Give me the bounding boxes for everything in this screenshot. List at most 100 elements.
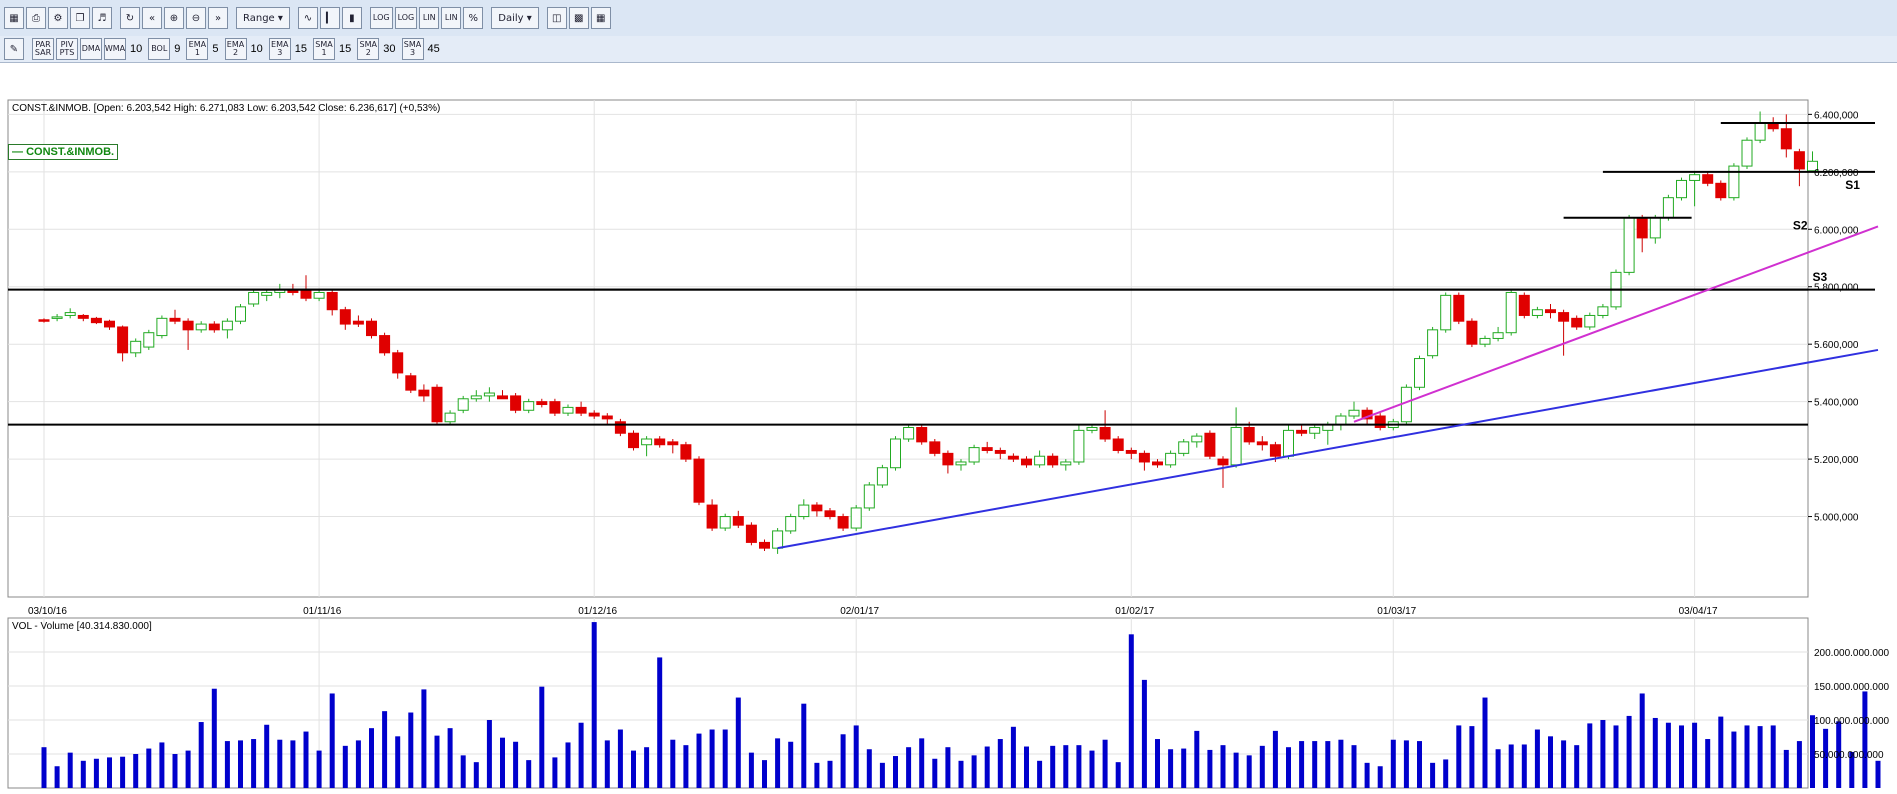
sound-icon[interactable]: ♬ <box>92 7 112 29</box>
volume-bar <box>919 738 925 788</box>
candle-body <box>719 516 731 529</box>
layout-icon-2[interactable]: ▩ <box>568 7 589 29</box>
volume-bar <box>1574 745 1580 788</box>
candle-body <box>1492 332 1504 339</box>
volume-bar <box>670 739 676 788</box>
zoom-out-icon[interactable]: ⊖ <box>186 7 206 29</box>
volume-bar <box>1456 725 1462 788</box>
candle-body <box>418 389 430 397</box>
candle-body <box>1269 444 1281 457</box>
candle-body <box>1440 294 1452 331</box>
candle-chart-icon[interactable]: ▮ <box>341 7 362 29</box>
candle-body <box>392 352 404 374</box>
candle-body <box>1479 337 1491 345</box>
indicator-button[interactable]: WMA <box>104 38 126 60</box>
volume-bar <box>1482 697 1488 788</box>
volume-bar <box>539 686 545 788</box>
volume-bar <box>133 754 139 788</box>
volume-bar <box>185 750 191 788</box>
indicator-button[interactable]: BOL <box>148 38 171 60</box>
lin-button-1[interactable]: LIN <box>419 7 440 29</box>
draw-tool-icon[interactable]: ✎ <box>4 38 24 60</box>
volume-tick-label: 150.000.000.000 <box>1814 682 1890 693</box>
log-button-1[interactable]: LOG <box>369 7 393 29</box>
indicator-value: 30 <box>383 43 396 55</box>
refresh-icon[interactable]: ↻ <box>120 7 140 29</box>
layout-icon-1[interactable]: ◫ <box>546 7 567 29</box>
zoom-in-icon[interactable]: ⊕ <box>164 7 184 29</box>
volume-bar <box>1168 749 1174 788</box>
candle-body <box>1597 306 1609 316</box>
volume-bar <box>1390 739 1396 788</box>
volume-tick-label: 100.000.000.000 <box>1814 716 1890 727</box>
candle-body <box>1649 217 1661 239</box>
percent-button[interactable]: % <box>463 7 484 29</box>
candle-body <box>1453 294 1465 322</box>
settings-icon[interactable]: ⚙ <box>48 7 68 29</box>
volume-bar <box>617 729 623 788</box>
indicator-button[interactable]: SMA 3 <box>401 38 424 60</box>
volume-bar <box>722 729 728 788</box>
indicator-button[interactable]: EMA 1 <box>186 38 209 60</box>
candle-body <box>536 401 548 406</box>
candle-body <box>1060 461 1072 466</box>
candle-body <box>1623 217 1635 273</box>
period-dropdown[interactable]: Daily ▾ <box>491 7 539 29</box>
forward-icon[interactable]: » <box>208 7 228 29</box>
indicator-button[interactable]: DMA <box>80 38 102 60</box>
volume-bar <box>1259 745 1265 788</box>
volume-bar <box>41 747 47 788</box>
volume-bar <box>316 750 322 788</box>
candle-body <box>90 317 102 324</box>
candle-body <box>326 291 338 311</box>
price-tick-label: 5.000,000 <box>1814 513 1859 524</box>
candle-body <box>510 395 522 411</box>
lin-button-2[interactable]: LIN <box>441 7 462 29</box>
volume-bar <box>1128 634 1134 788</box>
candle-body <box>1531 309 1543 316</box>
indicator-button[interactable]: PAR SAR <box>32 38 54 60</box>
candle-body <box>876 467 888 486</box>
copy-icon[interactable]: ❐ <box>70 7 90 29</box>
indicator-button[interactable]: SMA 2 <box>357 38 380 60</box>
volume-bar <box>1417 741 1422 788</box>
log-button-2[interactable]: LOG <box>394 7 418 29</box>
candle-body <box>903 427 915 440</box>
volume-bar <box>1010 726 1016 788</box>
annotation-label: S2 <box>1793 218 1808 232</box>
volume-bar <box>1626 715 1632 788</box>
volume-bar <box>1155 739 1160 788</box>
layout-icon-3[interactable]: ▦ <box>590 7 611 29</box>
volume-bar <box>748 752 754 788</box>
candle-body <box>470 395 482 400</box>
candle-body <box>1243 427 1255 443</box>
candle-body <box>1505 291 1517 334</box>
candle-body <box>1191 435 1203 443</box>
volume-bar <box>1076 745 1082 788</box>
new-chart-icon[interactable]: ▦ <box>4 7 24 29</box>
candle-body <box>1335 415 1347 426</box>
indicator-value: 5 <box>212 43 219 55</box>
indicator-button[interactable]: SMA 1 <box>313 38 335 60</box>
line-chart-icon[interactable]: ∿ <box>297 7 318 29</box>
period-label: Daily <box>498 12 524 24</box>
rewind-icon[interactable]: « <box>142 7 162 29</box>
indicator-button[interactable]: PIV PTS <box>56 38 78 60</box>
print-icon[interactable]: ⎙ <box>26 7 46 29</box>
candle-body <box>1125 449 1137 454</box>
bar-chart-icon[interactable]: ▎ <box>319 7 340 29</box>
series-legend[interactable]: — CONST.&INMOB. <box>8 144 119 160</box>
volume-bar <box>1705 739 1711 788</box>
range-dropdown[interactable]: Range ▾ <box>236 7 290 29</box>
indicator-button[interactable]: EMA 3 <box>268 38 291 60</box>
volume-bar <box>290 740 296 788</box>
volume-bar <box>591 622 597 788</box>
candle-body <box>680 444 692 460</box>
candle-body <box>352 320 364 325</box>
indicator-button[interactable]: EMA 2 <box>224 38 247 60</box>
candle-body <box>1689 174 1701 181</box>
volume-bar <box>1679 725 1684 788</box>
candle-body <box>1165 452 1177 466</box>
volume-bar <box>631 750 636 788</box>
price-info: CONST.&INMOB. [Open: 6.203,542 High: 6.2… <box>12 103 440 114</box>
